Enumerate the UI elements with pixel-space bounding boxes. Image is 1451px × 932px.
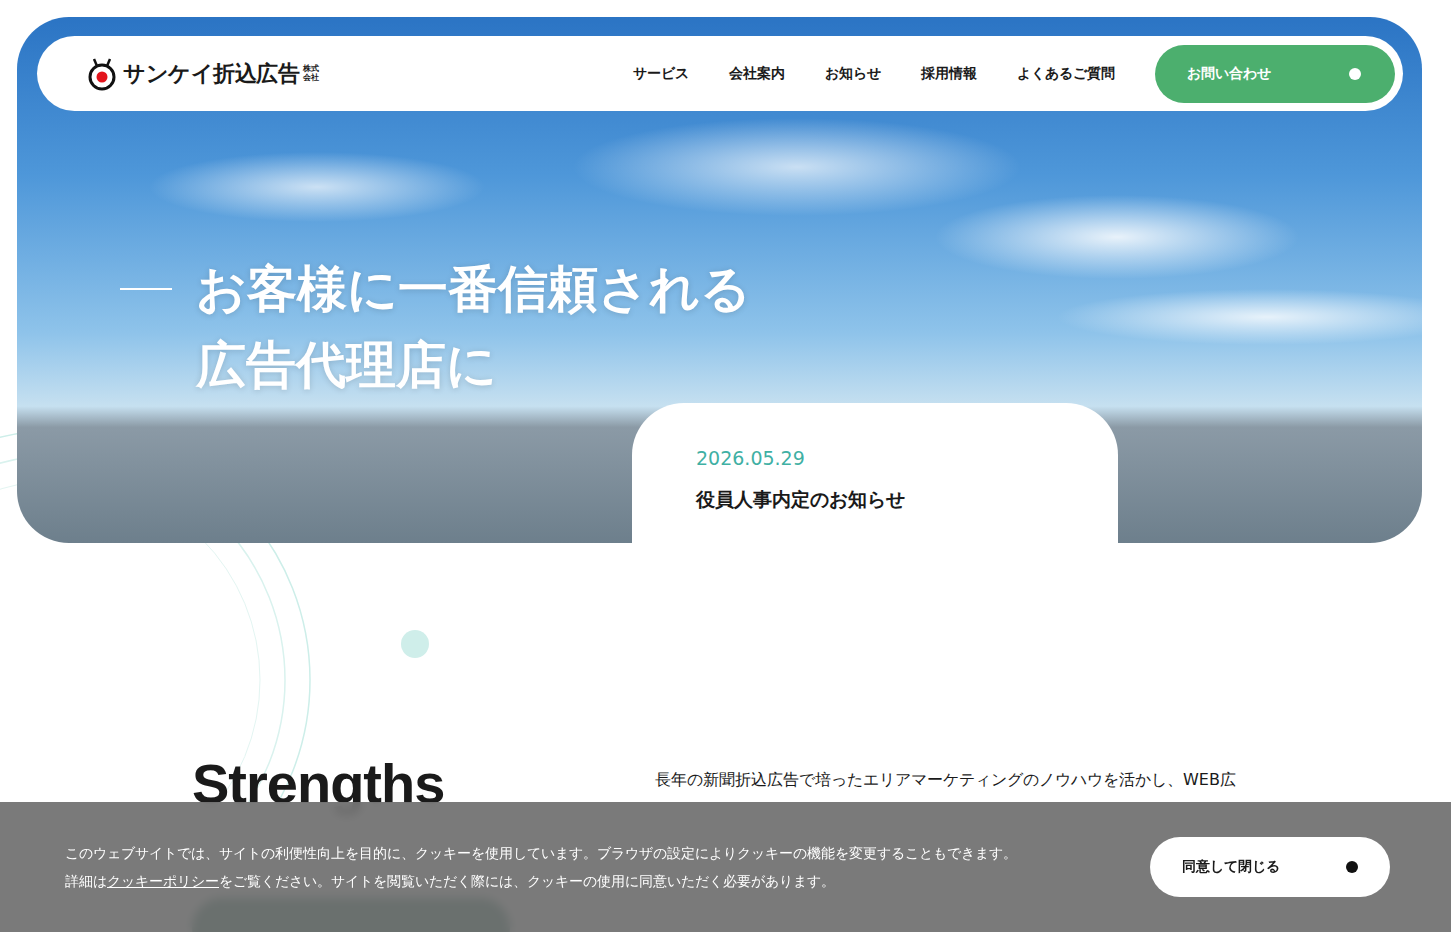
accept-label: 同意して閉じる	[1182, 858, 1280, 876]
cookie-banner: このウェブサイトでは、サイトの利便性向上を目的に、クッキーを使用しています。ブラ…	[0, 802, 1451, 932]
nav-menu: サービス 会社案内 お知らせ 採用情報 よくあるご質問	[633, 65, 1115, 83]
contact-button[interactable]: お問い合わせ	[1155, 45, 1395, 103]
hero: サンケイ折込広告 株式会社 サービス 会社案内 お知らせ 採用情報 よくあるご質問 お問…	[17, 17, 1422, 543]
cookie-text: このウェブサイトでは、サイトの利便性向上を目的に、クッキーを使用しています。ブラ…	[65, 839, 1017, 895]
logo-suffix: 株式会社	[303, 65, 319, 83]
accept-button[interactable]: 同意して閉じる	[1150, 837, 1390, 897]
cookie-policy-link[interactable]: クッキーポリシー	[107, 873, 219, 889]
news-card[interactable]: 2026.05.29 役員人事内定のお知らせ	[632, 403, 1118, 543]
nav-item[interactable]: サービス	[633, 65, 689, 83]
news-title: 役員人事内定のお知らせ	[696, 487, 1054, 513]
nav-item[interactable]: お知らせ	[825, 65, 881, 83]
logo-mark-icon	[85, 57, 119, 91]
headline-text: お客様に一番信頼される広告代理店に	[196, 251, 751, 403]
nav-item[interactable]: 採用情報	[921, 65, 977, 83]
header-nav: サンケイ折込広告 株式会社 サービス 会社案内 お知らせ 採用情報 よくあるご質問 お問…	[37, 36, 1403, 111]
page: サンケイ折込広告 株式会社 サービス 会社案内 お知らせ 採用情報 よくあるご質問 お問…	[0, 0, 1451, 932]
news-date: 2026.05.29	[696, 447, 1054, 469]
headline-rule	[120, 288, 172, 290]
dot-icon	[1346, 861, 1358, 873]
headline: お客様に一番信頼される広告代理店に	[120, 251, 1422, 403]
dot-icon	[1349, 68, 1361, 80]
nav-item[interactable]: よくあるご質問	[1017, 65, 1115, 83]
logo[interactable]: サンケイ折込広告 株式会社	[85, 57, 319, 91]
contact-label: お問い合わせ	[1187, 65, 1271, 83]
nav-item[interactable]: 会社案内	[729, 65, 785, 83]
logo-name: サンケイ折込広告	[123, 59, 299, 89]
